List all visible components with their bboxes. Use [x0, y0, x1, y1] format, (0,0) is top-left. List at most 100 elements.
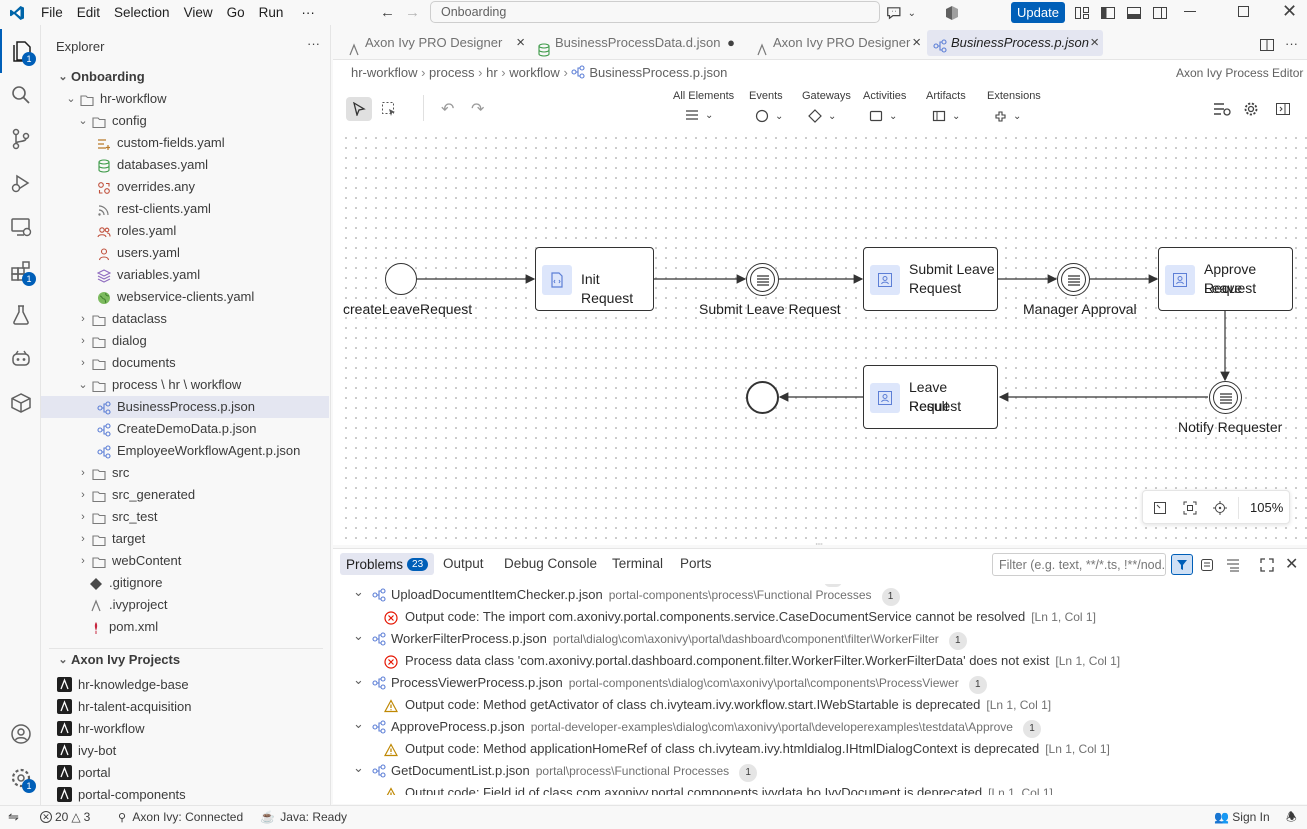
search-icon[interactable] [0, 73, 41, 117]
update-button[interactable]: Update [1011, 2, 1065, 23]
split-editor-icon[interactable] [1259, 37, 1275, 56]
filter-icon[interactable] [1171, 554, 1193, 575]
maximize-button[interactable] [1238, 6, 1249, 17]
folder-tree-item[interactable]: ⌄ process \ hr \ workflow [41, 374, 329, 396]
copilot-chat-icon[interactable]: ⌄ [886, 4, 916, 22]
file-tree-item[interactable]: .ivyproject [41, 594, 329, 616]
menu-run[interactable]: Run [252, 0, 291, 25]
menu-view[interactable]: View [177, 0, 220, 25]
problem-file-row[interactable]: ⌄ WorkerFilterProcess.p.json portal\dialog… [333, 628, 1307, 650]
close-panel-icon[interactable]: ✕ [1285, 554, 1298, 574]
problem-file-row[interactable]: ⌄ ProcessViewerProcess.p.json portal-compo… [333, 672, 1307, 694]
explorer-more-button[interactable]: ··· [307, 36, 320, 51]
center-icon[interactable] [1183, 501, 1197, 518]
tab-output[interactable]: Output [443, 556, 484, 571]
project-item[interactable]: hr-workflow [41, 718, 329, 740]
file-tree-item[interactable]: webservice-clients.yaml [41, 286, 329, 308]
back-arrow-icon[interactable]: ← [380, 4, 395, 21]
tab-ports[interactable]: Ports [680, 556, 712, 571]
modified-dot-icon[interactable]: ● [727, 25, 735, 60]
menu-selection[interactable]: Selection [107, 0, 177, 25]
project-item[interactable]: portal [41, 762, 329, 784]
select-tool-button[interactable] [346, 97, 372, 121]
close-tab-icon[interactable]: × [516, 25, 525, 60]
problems-filter-input[interactable]: Filter (e.g. text, **/*.ts, !**/nod... [992, 553, 1166, 576]
tab-debug-console[interactable]: Debug Console [504, 556, 597, 571]
tab-terminal[interactable]: Terminal [612, 556, 663, 571]
breadcrumb-item[interactable]: process [429, 65, 475, 80]
breadcrumb-item[interactable]: BusinessProcess.p.json [589, 65, 727, 80]
submit-leave-request-task[interactable]: Submit Leave Request [863, 247, 998, 311]
undo-button[interactable]: ↶ [441, 99, 454, 119]
accounts-icon[interactable] [0, 712, 41, 756]
folder-tree-item[interactable]: › documents [41, 352, 329, 374]
file-tree-item[interactable]: overrides.any [41, 176, 329, 198]
notifications-bell-icon[interactable]: 🕭 [1286, 806, 1297, 828]
menu-file[interactable]: File [34, 0, 70, 25]
forward-arrow-icon[interactable]: → [405, 4, 420, 21]
toggle-primary-sidebar-icon[interactable] [1100, 5, 1116, 24]
init-request-activity[interactable]: Init Request [535, 247, 654, 311]
problems-status[interactable]: ✕ 20 △ 3 [40, 806, 90, 828]
approve-leave-request-task[interactable]: Approve Leave Request [1158, 247, 1293, 311]
folder-tree-item[interactable]: ⌄ hr-workflow [41, 88, 329, 110]
problem-file-row[interactable]: ⌄ ApproveProcess.p.json portal-developer-e… [333, 716, 1307, 738]
submit-leave-request-event[interactable] [746, 263, 779, 296]
close-window-button[interactable]: ✕ [1282, 1, 1297, 22]
project-item[interactable]: ivy-bot [41, 740, 329, 762]
notify-requester-event[interactable] [1209, 381, 1242, 414]
toggle-panel-icon[interactable] [1126, 5, 1142, 24]
toggle-inscription-icon[interactable] [1275, 101, 1291, 120]
marquee-tool-button[interactable] [381, 101, 397, 120]
layout-customize-icon[interactable] [1074, 5, 1090, 24]
file-tree-item[interactable]: databases.yaml [41, 154, 329, 176]
editor-settings-gear-icon[interactable] [1243, 101, 1259, 120]
manager-approval-event[interactable] [1057, 263, 1090, 296]
problem-row[interactable]: Output code: Field id of class com.axoni… [333, 782, 1307, 795]
origin-icon[interactable] [1213, 501, 1227, 518]
problem-file-row[interactable]: ⌄ UploadDocumentItemChecker.p.json portal-… [333, 584, 1307, 606]
tab-2[interactable]: Axon Ivy PRO Designer × [749, 25, 925, 60]
folder-tree-item[interactable]: › target [41, 528, 329, 550]
close-tab-icon[interactable]: × [912, 25, 921, 60]
tab-1[interactable]: BusinessProcessData.d.json ● [531, 25, 739, 60]
copilot-agents-icon[interactable] [0, 337, 41, 381]
run-debug-icon[interactable] [0, 161, 41, 205]
palette-extensions[interactable]: Extensions ⌄ [987, 90, 1041, 126]
ivy-engine-status[interactable]: ⚲ Axon Ivy: Connected [118, 806, 243, 829]
remote-indicator-icon[interactable]: ⇋ [8, 806, 19, 828]
project-item[interactable]: portal-components [41, 784, 329, 805]
project-item[interactable]: hr-knowledge-base [41, 674, 329, 696]
file-tree-item[interactable]: custom-fields.yaml [41, 132, 329, 154]
folder-tree-item[interactable]: › src_test [41, 506, 329, 528]
source-control-icon[interactable] [0, 117, 41, 161]
problem-row[interactable]: Process data class 'com.axonivy.portal.d… [333, 650, 1307, 672]
file-tree-item[interactable]: rest-clients.yaml [41, 198, 329, 220]
file-tree-item[interactable]: BusinessProcess.p.json [41, 396, 329, 418]
file-tree-item[interactable]: variables.yaml [41, 264, 329, 286]
collapse-all-icon[interactable] [1225, 557, 1241, 576]
palette-all-elements[interactable]: All Elements ⌄ [673, 90, 734, 126]
java-status[interactable]: ☕ Java: Ready [260, 806, 347, 828]
project-item[interactable]: hr-talent-acquisition [41, 696, 329, 718]
file-tree-item[interactable]: users.yaml [41, 242, 329, 264]
tab-0[interactable]: Axon Ivy PRO Designer × [341, 25, 529, 60]
editor-picker[interactable]: Axon Ivy Process Editor ⌄ [1176, 66, 1307, 80]
breadcrumb-item[interactable]: hr-workflow [351, 65, 417, 80]
section-header-onboarding[interactable]: ⌄ Onboarding [41, 66, 329, 88]
palette-events[interactable]: Events ⌄ [749, 90, 783, 126]
tab-problems[interactable]: Problems 23 [340, 553, 435, 575]
outline-icon[interactable] [1213, 101, 1231, 120]
file-tree-item[interactable]: CreateDemoData.p.json [41, 418, 329, 440]
problem-row[interactable]: Output code: The import com.axonivy.port… [333, 606, 1307, 628]
command-center-search[interactable]: Onboarding [430, 1, 880, 23]
file-tree-item[interactable]: pom.xml [41, 616, 329, 638]
more-menu-button[interactable]: ··· [294, 0, 322, 25]
problem-row[interactable]: Output code: Method applicationHomeRef o… [333, 738, 1307, 760]
leave-request-result-task[interactable]: Leave Request Result [863, 365, 998, 429]
toggle-secondary-sidebar-icon[interactable] [1152, 5, 1168, 24]
copy-icon[interactable] [1199, 557, 1215, 576]
zoom-level[interactable]: 105% [1250, 500, 1283, 515]
palette-activities[interactable]: Activities ⌄ [863, 90, 906, 126]
minimize-button[interactable] [1184, 11, 1196, 12]
